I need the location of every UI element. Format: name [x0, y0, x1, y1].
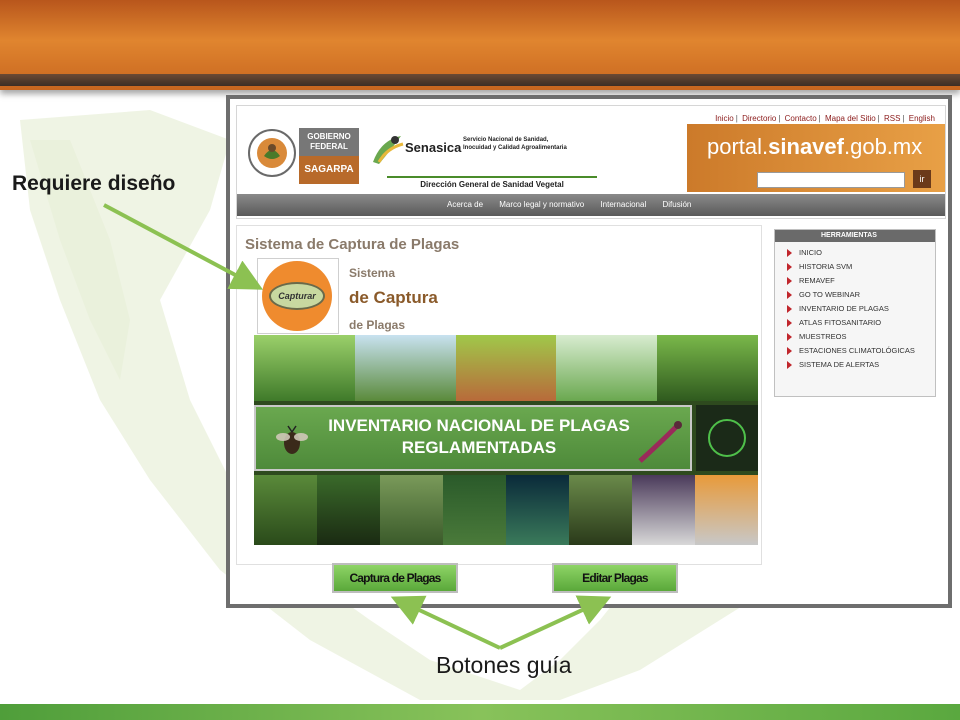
link-mapa-sitio[interactable]: Mapa del Sitio — [825, 114, 876, 123]
herramientas-panel: HERRAMIENTAS INICIO HISTORIA SVM REMAVEF… — [774, 229, 936, 397]
crop-photo — [254, 335, 355, 401]
crop-photo-strip — [254, 335, 758, 401]
section-title: Sistema de Captura de Plagas — [245, 236, 460, 253]
search-button[interactable]: ir — [913, 170, 931, 188]
slide-header — [0, 0, 960, 90]
annotation-botones-guia: Botones guía — [436, 652, 572, 678]
radar-icon — [708, 419, 746, 457]
capturar-logo-text: Capturar — [269, 282, 325, 310]
field-photo — [380, 475, 443, 545]
herr-item-historia-svm[interactable]: HISTORIA SVM — [787, 262, 925, 271]
field-photo — [506, 475, 569, 545]
banner-line-1: INVENTARIO NACIONAL DE PLAGAS — [328, 416, 630, 435]
field-photo-strip — [254, 475, 758, 545]
herr-item-atlas[interactable]: ATLAS FITOSANITARIO — [787, 318, 925, 327]
search-input[interactable] — [757, 172, 905, 188]
crop-photo — [354, 335, 456, 401]
senasica-logo: Senasica Servicio Nacional de Sanidad, I… — [367, 128, 597, 168]
gobierno-federal-logo: GOBIERNO FEDERAL SAGARPA — [299, 128, 359, 184]
larva-icon — [638, 421, 682, 463]
editar-plagas-button[interactable]: Editar Plagas — [552, 563, 678, 593]
top-links: Inicio | Directorio | Contacto | Mapa del S… — [715, 114, 935, 123]
annotation-requiere-diseno: Requiere diseño — [12, 172, 176, 195]
crop-photo — [556, 335, 658, 401]
direccion-general: Dirección General de Sanidad Vegetal — [387, 176, 597, 189]
slide-footer-bar — [0, 704, 960, 720]
nav-marco-legal[interactable]: Marco legal y normativo — [499, 200, 584, 209]
capturar-logo: Capturar — [257, 258, 339, 334]
crop-photo — [657, 335, 758, 401]
bug-icon — [276, 425, 308, 454]
senasica-desc-line2: Inocuidad y Calidad Agroalimentaria — [463, 145, 567, 151]
senasica-emblem-icon — [373, 136, 404, 164]
nav-acerca[interactable]: Acerca de — [447, 200, 483, 209]
portal-banner: portal.sinavef.gob.mx ir — [687, 124, 945, 192]
link-english[interactable]: English — [909, 114, 935, 123]
senasica-desc-line1: Servicio Nacional de Sanidad, — [463, 137, 549, 143]
field-photo — [695, 475, 758, 545]
inventario-banner: INVENTARIO NACIONAL DE PLAGAS REGLAMENTA… — [254, 335, 758, 545]
title-line-2: de Captura — [349, 288, 438, 307]
portal-title: portal.sinavef.gob.mx — [707, 134, 923, 159]
link-inicio[interactable]: Inicio — [715, 114, 734, 123]
mexico-coat-of-arms-icon — [248, 129, 296, 177]
slide-header-band — [0, 74, 960, 86]
link-directorio[interactable]: Directorio — [742, 114, 776, 123]
main-nav: Acerca de Marco legal y normativo Intern… — [237, 194, 945, 216]
link-rss[interactable]: RSS — [884, 114, 900, 123]
crop-photo — [455, 335, 557, 401]
herr-item-inventario[interactable]: INVENTARIO DE PLAGAS — [787, 304, 925, 313]
field-photo — [254, 475, 317, 545]
title-line-3: de Plagas — [349, 318, 406, 332]
banner-text: INVENTARIO NACIONAL DE PLAGAS REGLAMENTA… — [314, 415, 644, 459]
nav-internacional[interactable]: Internacional — [600, 200, 646, 209]
captura-plagas-button[interactable]: Captura de Plagas — [332, 563, 458, 593]
field-photo — [443, 475, 506, 545]
site-header: Inicio | Directorio | Contacto | Mapa del S… — [236, 105, 946, 219]
website-screenshot: Inicio | Directorio | Contacto | Mapa del S… — [226, 95, 952, 608]
gobierno-line2: FEDERAL — [310, 142, 348, 151]
field-photo — [632, 475, 695, 545]
herr-item-inicio[interactable]: INICIO — [787, 248, 925, 257]
capturar-emblem-icon: Capturar — [262, 261, 332, 331]
herr-item-remavef[interactable]: REMAVEF — [787, 276, 925, 285]
sagarpa-label: SAGARPA — [299, 156, 359, 184]
herramientas-title: HERRAMIENTAS — [775, 230, 935, 242]
radar-panel — [696, 405, 758, 471]
herr-item-estaciones[interactable]: ESTACIONES CLIMATOLÓGICAS — [787, 346, 925, 355]
senasica-name: Senasica — [405, 140, 462, 155]
gobierno-line1: GOBIERNO — [307, 132, 351, 141]
banner-title-box: INVENTARIO NACIONAL DE PLAGAS REGLAMENTA… — [254, 405, 692, 471]
banner-line-2: REGLAMENTADAS — [401, 438, 557, 457]
senasica-description: Servicio Nacional de Sanidad, Inocuidad … — [463, 136, 567, 152]
herr-item-alertas[interactable]: SISTEMA DE ALERTAS — [787, 360, 925, 369]
herr-item-muestreos[interactable]: MUESTREOS — [787, 332, 925, 341]
field-photo — [317, 475, 380, 545]
herr-item-go-to-webinar[interactable]: GO TO WEBINAR — [787, 290, 925, 299]
link-contacto[interactable]: Contacto — [785, 114, 817, 123]
title-line-1: Sistema — [349, 266, 396, 280]
field-photo — [569, 475, 632, 545]
nav-difusion[interactable]: Difusión — [662, 200, 691, 209]
